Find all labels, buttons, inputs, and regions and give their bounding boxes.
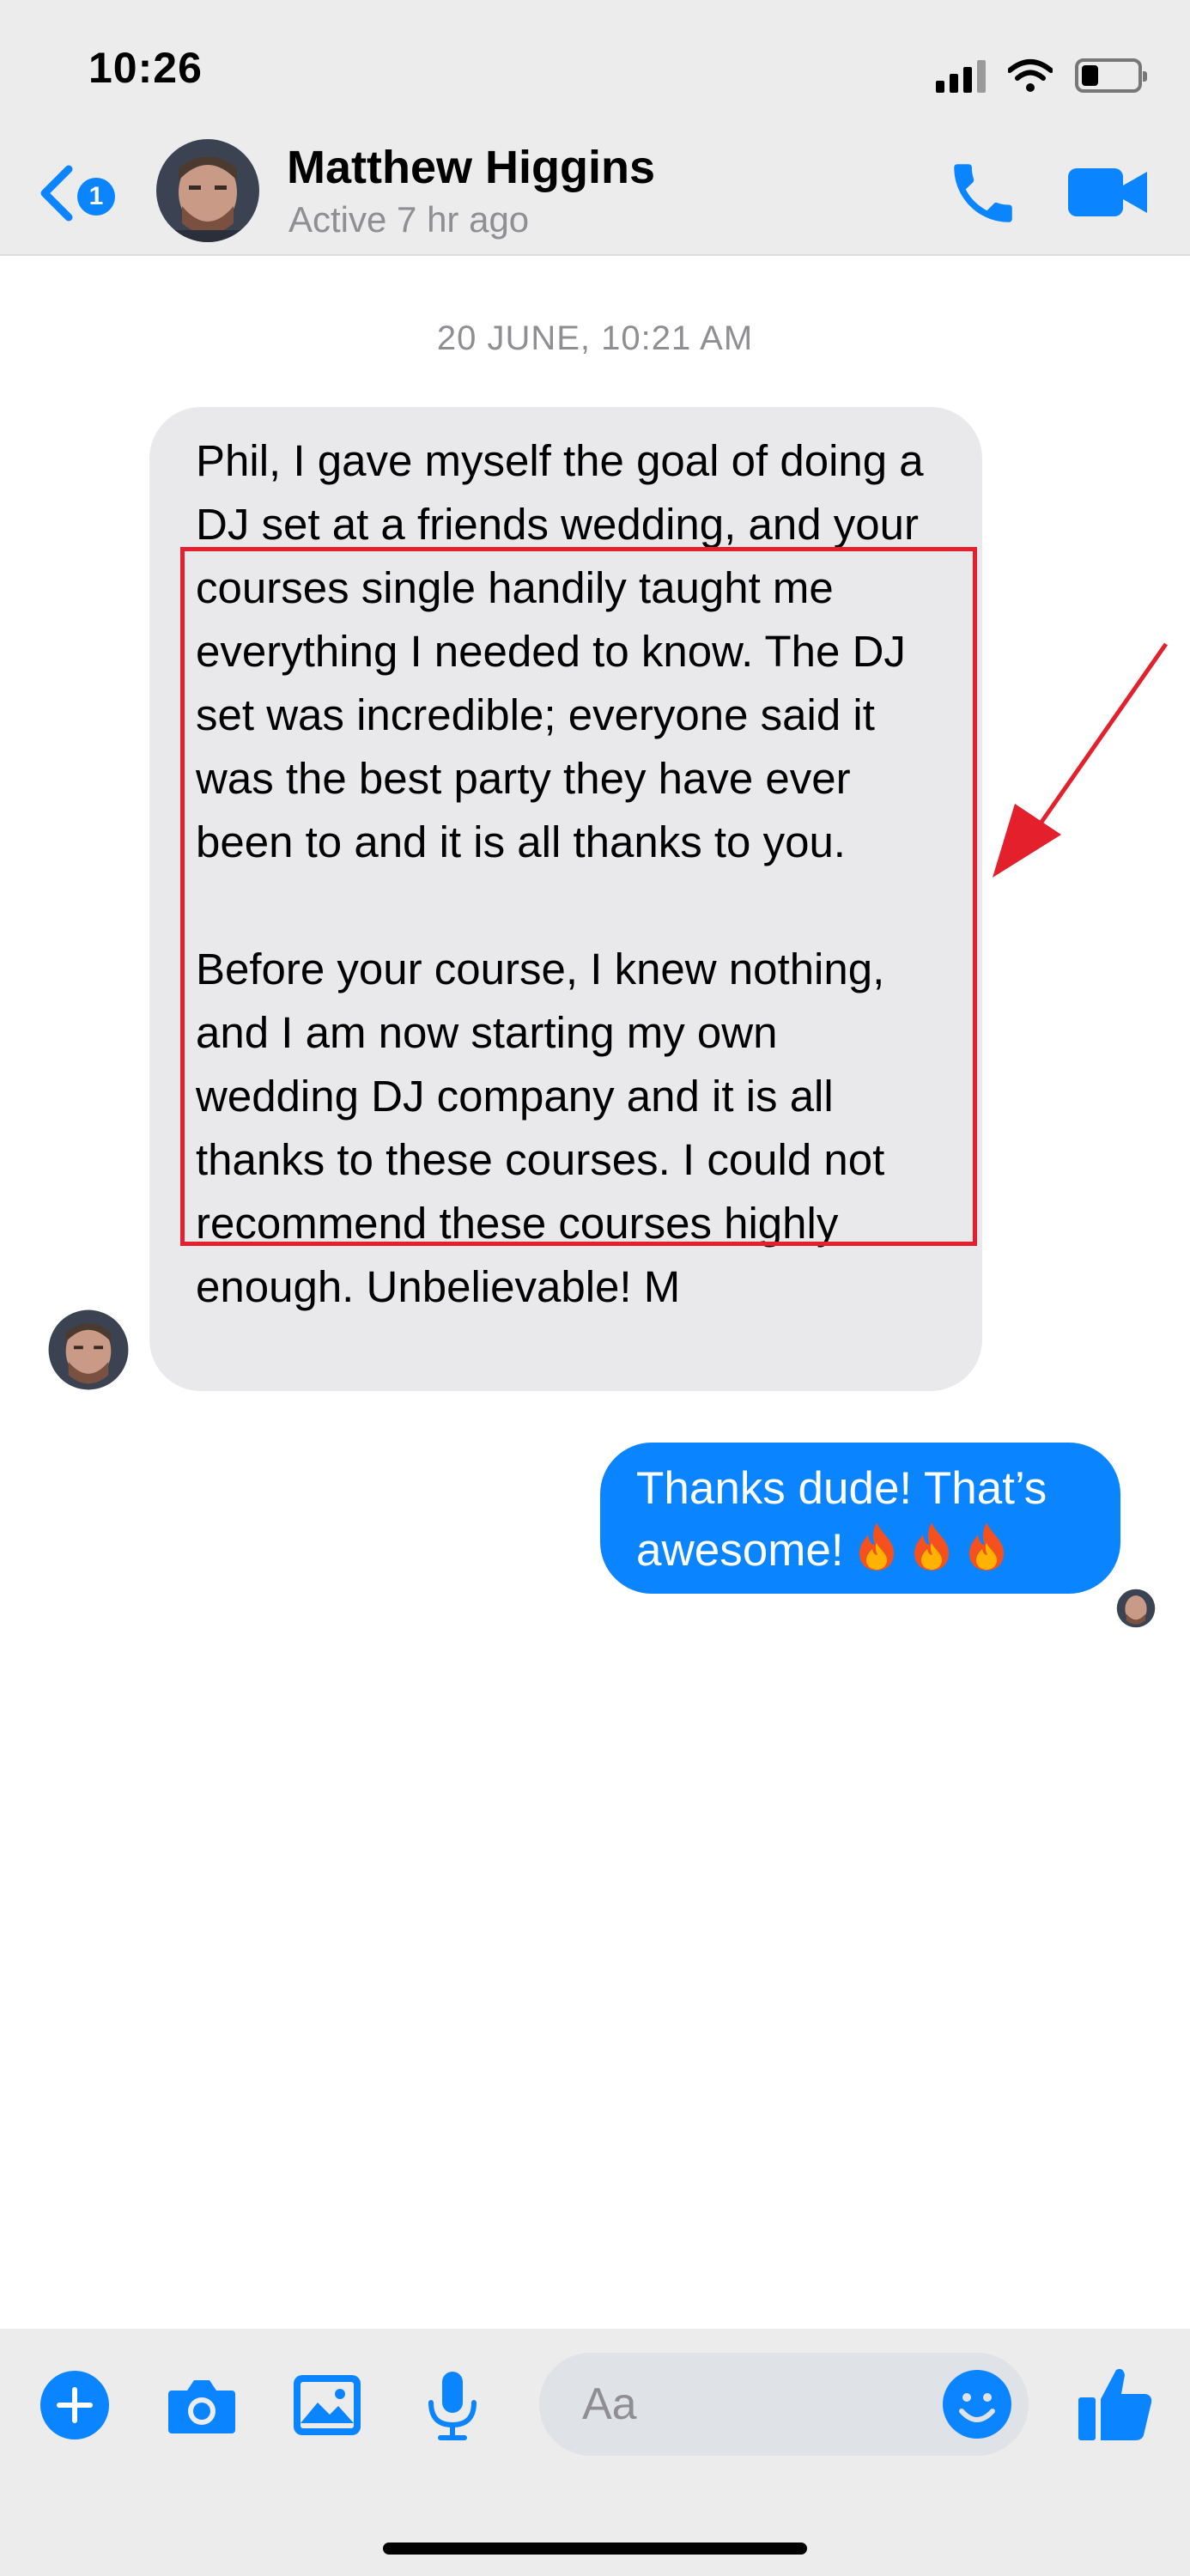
home-indicator[interactable] (383, 2543, 807, 2555)
message-input-placeholder: Aa (582, 2379, 637, 2429)
camera-icon[interactable] (163, 2366, 240, 2444)
contact-name[interactable]: Matthew Higgins (287, 141, 655, 194)
back-button[interactable]: 1 (34, 159, 129, 228)
outgoing-message-bubble[interactable]: Thanks dude! That’s awesome! (600, 1443, 1120, 1594)
date-stamp: 20 JUNE, 10:21 AM (436, 319, 754, 357)
unread-badge: 1 (77, 178, 115, 216)
video-camera-icon[interactable] (1065, 158, 1151, 227)
phone-icon[interactable] (944, 155, 1022, 232)
read-receipt-avatar (1116, 1589, 1156, 1628)
plus-icon[interactable] (36, 2366, 113, 2444)
status-bar: 10:26 (0, 0, 1190, 137)
conversation-header: 1 Matthew Higgins Active 7 hr ago (0, 137, 1190, 256)
sender-avatar[interactable] (47, 1309, 130, 1391)
annotation-arrow-icon (993, 642, 1169, 878)
status-time: 10:26 (88, 44, 203, 92)
thumbs-up-icon[interactable] (1075, 2363, 1157, 2445)
message-composer: Aa (0, 2329, 1190, 2576)
emoji-icon[interactable] (941, 2368, 1013, 2440)
contact-active-status: Active 7 hr ago (288, 199, 530, 240)
highlight-annotation-box (180, 547, 977, 1246)
status-icons (936, 50, 1147, 93)
fire-emoji-icon (914, 1522, 950, 1571)
message-input[interactable]: Aa (539, 2353, 1029, 2456)
back-chevron-icon (40, 165, 73, 222)
fire-emoji-icon (859, 1522, 895, 1571)
battery-level (1082, 65, 1098, 86)
wifi-icon (1008, 59, 1053, 92)
fire-emoji-group (856, 1522, 1021, 1576)
microphone-icon[interactable] (414, 2366, 491, 2444)
contact-avatar[interactable] (155, 137, 261, 244)
photo-icon[interactable] (288, 2366, 366, 2444)
fire-emoji-icon (969, 1522, 1005, 1571)
battery-icon (1075, 58, 1147, 93)
cellular-signal-icon (936, 58, 986, 93)
